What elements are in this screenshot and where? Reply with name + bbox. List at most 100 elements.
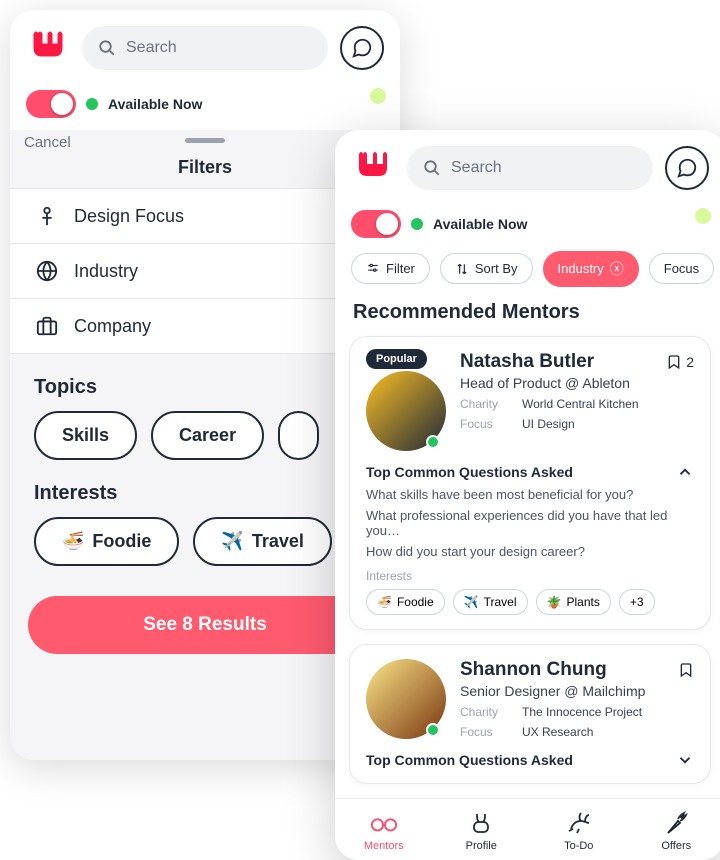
pill-label: Sort By xyxy=(475,261,518,276)
avatar xyxy=(366,371,446,451)
tab-label: Mentors xyxy=(364,840,404,852)
questions-toggle[interactable]: Top Common Questions Asked xyxy=(366,751,694,769)
bookmark-count: 2 xyxy=(686,354,694,370)
sort-button[interactable]: Sort By xyxy=(440,253,533,284)
interest-chips: 🍜Foodie ✈️Travel 🪴Plants +3 xyxy=(366,589,694,615)
mentors-screen: Search Available Now Filter Sort By Indu… xyxy=(335,130,720,860)
availability-label: Available Now xyxy=(108,96,202,112)
questions-toggle[interactable]: Top Common Questions Asked xyxy=(366,463,694,481)
emoji-icon: ✈️ xyxy=(221,531,243,552)
interest-chip[interactable]: 🪴Plants xyxy=(536,589,611,615)
chat-icon xyxy=(351,37,373,59)
avatar xyxy=(366,659,446,739)
recommended-heading: Recommended Mentors xyxy=(335,295,720,336)
availability-toggle[interactable] xyxy=(26,90,76,118)
mentor-role: Senior Designer @ Mailchimp xyxy=(460,683,694,699)
online-dot-icon xyxy=(426,723,440,737)
messages-button[interactable] xyxy=(340,26,384,70)
question-item: What skills have been most beneficial fo… xyxy=(366,487,694,502)
availability-row: Available Now xyxy=(335,206,720,250)
popular-badge: Popular xyxy=(366,349,427,369)
topic-chip-career[interactable]: Career xyxy=(151,411,264,460)
messages-button[interactable] xyxy=(665,146,709,190)
industry-filter-active[interactable]: Industry ⓧ xyxy=(543,251,639,287)
availability-toggle[interactable] xyxy=(351,210,401,238)
tab-profile[interactable]: Profile xyxy=(433,809,531,852)
charity-value: World Central Kitchen xyxy=(522,397,639,411)
question-item: How did you start your design career? xyxy=(366,544,694,559)
interest-chip-more[interactable]: +3 xyxy=(619,589,655,615)
bookmark-button[interactable] xyxy=(678,662,694,678)
interests-label: Interests xyxy=(366,569,694,583)
sliders-icon xyxy=(366,262,380,276)
cancel-button[interactable]: Cancel xyxy=(24,134,71,151)
pill-label: Filter xyxy=(386,261,415,276)
tab-label: To-Do xyxy=(564,840,593,852)
globe-icon xyxy=(34,258,60,284)
tab-todo[interactable]: To-Do xyxy=(530,809,628,852)
chat-icon xyxy=(676,157,698,179)
tab-label: Offers xyxy=(661,840,691,852)
filter-label: Industry xyxy=(74,261,138,282)
interest-chip[interactable]: ✈️Travel xyxy=(453,589,528,615)
interest-chip-foodie[interactable]: 🍜 Foodie xyxy=(34,517,179,566)
emoji-icon: 🍜 xyxy=(62,531,84,552)
focus-value: UI Design xyxy=(522,417,575,431)
interest-chip[interactable]: 🍜Foodie xyxy=(366,589,445,615)
chip-label: Travel xyxy=(252,531,304,552)
mentor-name: Shannon Chung xyxy=(460,659,607,681)
see-results-button[interactable]: See 8 Results xyxy=(28,596,382,654)
charity-label: Charity xyxy=(460,705,512,719)
interest-chip-travel[interactable]: ✈️ Travel xyxy=(193,517,331,566)
pill-label: Industry xyxy=(558,261,604,276)
bookmark-button[interactable]: 2 xyxy=(666,354,694,370)
close-icon[interactable]: ⓧ xyxy=(610,259,624,279)
search-placeholder: Search xyxy=(451,159,502,177)
header: Search xyxy=(10,10,400,86)
mentor-card[interactable]: Shannon Chung Senior Designer @ Mailchim… xyxy=(349,644,711,784)
questions-heading: Top Common Questions Asked xyxy=(366,752,573,768)
bookmark-icon xyxy=(678,662,694,678)
charity-value: The Innocence Project xyxy=(522,705,642,719)
questions-heading: Top Common Questions Asked xyxy=(366,464,573,480)
pill-label: Focus xyxy=(664,261,699,276)
filter-label: Design Focus xyxy=(74,206,184,227)
chevron-up-icon xyxy=(676,463,694,481)
search-placeholder: Search xyxy=(126,39,177,57)
search-icon xyxy=(423,159,441,177)
app-logo xyxy=(26,26,70,70)
filter-button[interactable]: Filter xyxy=(351,253,430,284)
decorative-dot xyxy=(370,88,386,104)
briefcase-icon xyxy=(34,313,60,339)
search-input[interactable]: Search xyxy=(82,26,328,70)
running-rabbit-icon xyxy=(565,809,593,837)
topic-chip-skills[interactable]: Skills xyxy=(34,411,137,460)
glasses-icon xyxy=(370,809,398,837)
tab-mentors[interactable]: Mentors xyxy=(335,809,433,852)
availability-label: Available Now xyxy=(433,216,527,232)
status-dot-icon xyxy=(86,98,98,110)
search-icon xyxy=(98,39,116,57)
status-dot-icon xyxy=(411,218,423,230)
search-input[interactable]: Search xyxy=(407,146,653,190)
filter-label: Company xyxy=(74,316,151,337)
mentor-card[interactable]: Popular Natasha Butler 2 Head of Product… xyxy=(349,336,711,630)
mentor-role: Head of Product @ Ableton xyxy=(460,375,694,391)
bookmark-icon xyxy=(666,354,682,370)
header: Search xyxy=(335,130,720,206)
online-dot-icon xyxy=(426,435,440,449)
focus-value: UX Research xyxy=(522,725,593,739)
decorative-dot xyxy=(695,208,711,224)
tab-offers[interactable]: Offers xyxy=(628,809,720,852)
question-item: What professional experiences did you ha… xyxy=(366,508,694,538)
mentor-name: Natasha Butler xyxy=(460,351,594,373)
focus-label: Focus xyxy=(460,725,512,739)
chip-label: Foodie xyxy=(92,531,151,552)
topic-chip-more[interactable] xyxy=(278,411,319,460)
tab-label: Profile xyxy=(466,840,497,852)
focus-filter[interactable]: Focus xyxy=(649,253,714,284)
focus-label: Focus xyxy=(460,417,512,431)
carrot-icon xyxy=(662,809,690,837)
pin-icon xyxy=(34,203,60,229)
bottom-nav: Mentors Profile To-Do Offers xyxy=(335,798,720,860)
